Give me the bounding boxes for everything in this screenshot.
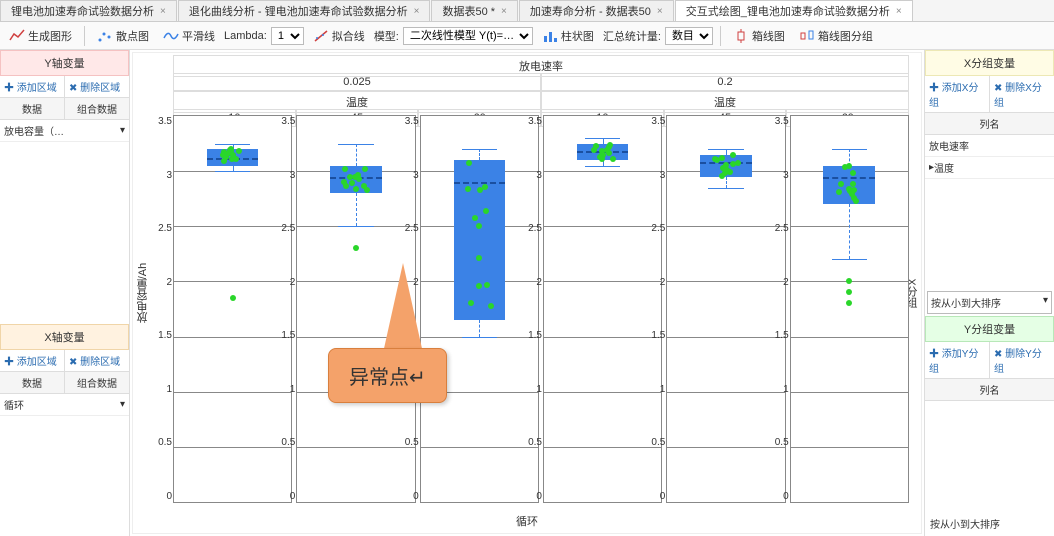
y-var-value[interactable]: 放电容量（…▾: [0, 120, 129, 142]
add-y-region-button[interactable]: ✚ 添加区域: [0, 76, 65, 97]
toolbar: 生成图形 散点图 平滑线 Lambda: 1 拟合线 模型: 二次线性模型 Y(…: [0, 22, 1054, 50]
scatter-icon: [97, 28, 113, 44]
facet-rate-1: 0.2: [541, 73, 909, 91]
fit-button[interactable]: 拟合线: [308, 25, 370, 47]
x-var-header: X轴变量: [0, 324, 129, 350]
sort-select[interactable]: 按从小到大排序 ▾: [927, 291, 1052, 314]
chevron-down-icon: ▾: [1043, 295, 1048, 306]
colname-hdr2: 列名: [925, 379, 1054, 400]
facet-rate-0: 0.025: [173, 73, 541, 91]
line-chart-icon: [9, 28, 25, 44]
colname-hdr: 列名: [925, 113, 1054, 134]
add-x-group-button[interactable]: ✚ 添加X分组: [925, 76, 990, 112]
bar-button[interactable]: 柱状图: [537, 25, 599, 47]
chevron-down-icon[interactable]: ▾: [120, 125, 125, 136]
lambda-label: Lambda:: [224, 30, 267, 42]
xgroup-val-1[interactable]: 放电速率: [925, 135, 1054, 157]
outlier-annotation: 异常点↵: [328, 348, 447, 403]
col-data2: 数据: [0, 372, 65, 393]
x-var-value[interactable]: 循环▾: [0, 394, 129, 416]
generate-chart-button[interactable]: 生成图形: [4, 25, 77, 47]
tab-0[interactable]: 锂电池加速寿命试验数据分析×: [0, 0, 177, 21]
del-y-group-button[interactable]: ✖ 删除Y分组: [990, 342, 1054, 378]
model-select[interactable]: 二次线性模型 Y(t)=…: [403, 27, 533, 45]
tab-2[interactable]: 数据表50 *×: [431, 0, 517, 21]
add-x-region-button[interactable]: ✚ 添加区域: [0, 350, 65, 371]
smooth-line-icon: [163, 28, 179, 44]
boxplot-group-icon: [799, 28, 815, 44]
boxplot-icon: [733, 28, 749, 44]
annotation-pointer: [383, 263, 423, 353]
tab-1[interactable]: 退化曲线分析 - 锂电池加速寿命试验数据分析×: [178, 0, 431, 21]
chart-area: 放电容量/Ah X分组 放电速率 0.025 0.2 温度 温度 1045601…: [130, 50, 924, 536]
lambda-select[interactable]: 1: [271, 27, 304, 45]
right-panel: X分组变量 ✚ 添加X分组 ✖ 删除X分组 列名 放电速率 ▸ 温度 按从小到大…: [924, 50, 1054, 536]
col-group: 组合数据: [65, 98, 129, 119]
x-group-header: X分组变量: [925, 50, 1054, 76]
fit-line-icon: [313, 28, 329, 44]
close-icon[interactable]: ×: [501, 6, 507, 17]
y-axis-label: 放电容量/Ah: [135, 263, 151, 324]
tab-4-active[interactable]: 交互式绘图_锂电池加速寿命试验数据分析×: [675, 0, 913, 21]
sort-label-bottom: 按从小到大排序: [927, 513, 1052, 534]
del-y-region-button[interactable]: ✖ 删除区域: [65, 76, 129, 97]
col-data: 数据: [0, 98, 65, 119]
chevron-down-icon[interactable]: ▾: [120, 399, 125, 410]
close-icon[interactable]: ×: [414, 6, 420, 17]
boxplot-group-button[interactable]: 箱线图分组: [794, 25, 878, 47]
add-y-group-button[interactable]: ✚ 添加Y分组: [925, 342, 990, 378]
x-axis-label: 循环: [516, 513, 538, 529]
boxplot-button[interactable]: 箱线图: [728, 25, 790, 47]
model-label: 模型:: [374, 28, 399, 44]
xgroup-val-2[interactable]: ▸ 温度: [925, 157, 1054, 179]
del-x-group-button[interactable]: ✖ 删除X分组: [990, 76, 1054, 112]
col-group2: 组合数据: [65, 372, 129, 393]
smooth-button[interactable]: 平滑线: [158, 25, 220, 47]
tab-3[interactable]: 加速寿命分析 - 数据表50×: [519, 0, 674, 21]
bar-chart-icon: [542, 28, 558, 44]
close-icon[interactable]: ×: [160, 6, 166, 17]
del-x-region-button[interactable]: ✖ 删除区域: [65, 350, 129, 371]
tab-bar: 锂电池加速寿命试验数据分析× 退化曲线分析 - 锂电池加速寿命试验数据分析× 数…: [0, 0, 1054, 22]
y-var-header: Y轴变量: [0, 50, 129, 76]
stat-select[interactable]: 数目: [665, 27, 713, 45]
scatter-button[interactable]: 散点图: [92, 25, 154, 47]
stat-label: 汇总统计量:: [603, 28, 661, 44]
y-group-header: Y分组变量: [925, 316, 1054, 342]
close-icon[interactable]: ×: [896, 6, 902, 17]
left-panel: Y轴变量 ✚ 添加区域 ✖ 删除区域 数据组合数据 放电容量（…▾ X轴变量 ✚…: [0, 50, 130, 536]
subplot-5: 3.532.521.510.50: [790, 115, 909, 503]
close-icon[interactable]: ×: [657, 6, 663, 17]
